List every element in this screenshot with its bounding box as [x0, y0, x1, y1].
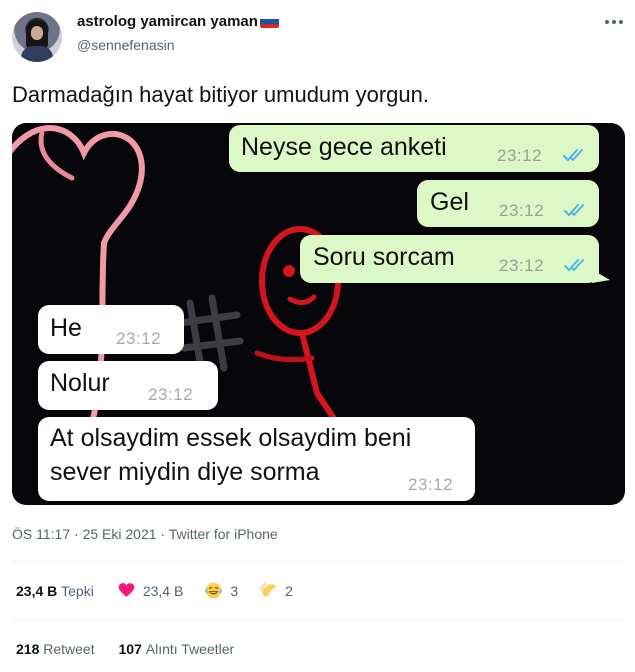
tweet-meta: ÖS 11:17 · 25 Eki 2021 · Twitter for iPh…	[12, 526, 278, 542]
heart-count: 23,4 B	[142, 582, 184, 599]
divider	[12, 620, 623, 621]
message-text: He	[50, 314, 82, 342]
message-time: 23:12	[148, 385, 194, 404]
avatar-shirt	[21, 46, 53, 62]
message-time: 23:12	[499, 201, 545, 220]
laugh-count: 3	[230, 582, 239, 599]
heart-reactions[interactable]: 23,4 B	[118, 582, 183, 599]
incoming-message: He 23:12	[38, 305, 184, 354]
quote-label: Alıntı Tweetler	[145, 641, 235, 657]
message-text: Gel	[430, 188, 469, 216]
message-text-line-2: sever miydin diye sorma	[50, 458, 320, 486]
author-name[interactable]: astrolog yamircan yaman	[77, 13, 279, 30]
meta-separator: ·	[156, 526, 169, 542]
avatar-face	[31, 26, 43, 40]
outgoing-message: Gel 23:12	[417, 180, 599, 227]
message-time: 23:12	[116, 329, 162, 348]
double-check-icon	[563, 149, 583, 162]
more-options-icon[interactable]	[602, 10, 626, 34]
message-text-line-1: At olsaydim essek olsaydim beni	[50, 424, 412, 452]
total-reactions[interactable]: 23,4 B Tepki	[16, 583, 94, 599]
flag-stripe-red	[259, 23, 279, 28]
laughing-face-icon	[205, 582, 222, 599]
reactions-row: 23,4 B Tepki 23,4 B 3 2	[16, 582, 293, 599]
quote-count: 107	[118, 641, 142, 657]
message-time: 23:12	[497, 146, 543, 165]
meta-separator: ·	[70, 526, 83, 542]
total-reactions-label: Tepki	[61, 582, 94, 599]
retweet-count: 218	[16, 641, 40, 657]
tweet-date[interactable]: 25 Eki 2021	[83, 526, 157, 542]
divider	[12, 561, 623, 562]
author-avatar[interactable]	[12, 12, 62, 62]
shares-row: 218 Retweet 107 Alıntı Tweetler	[16, 641, 234, 657]
message-text: Soru sorcam	[313, 243, 455, 271]
tweet-source[interactable]: Twitter for iPhone	[169, 526, 278, 542]
quote-tweets-stat[interactable]: 107 Alıntı Tweetler	[119, 641, 235, 657]
retweets-stat[interactable]: 218 Retweet	[16, 641, 95, 657]
total-reactions-count: 23,4 B	[16, 582, 58, 599]
message-text: Neyse gece anketi	[241, 133, 447, 161]
tweet-time[interactable]: ÖS 11:17	[12, 526, 70, 542]
clap-count: 2	[285, 582, 293, 599]
retweet-label: Retweet	[43, 641, 95, 657]
author-name-text: astrolog yamircan yaman	[77, 13, 258, 30]
bubble-tail	[592, 263, 610, 283]
clap-reactions[interactable]: 2	[260, 582, 293, 599]
laugh-reactions[interactable]: 3	[205, 582, 238, 599]
double-check-icon	[564, 204, 584, 217]
outgoing-message: Neyse gece anketi 23:12	[229, 125, 599, 172]
outgoing-message: Soru sorcam 23:12	[300, 235, 599, 283]
incoming-message: At olsaydim essek olsaydim beni sever mi…	[38, 417, 475, 501]
tweet-media-image[interactable]: Neyse gece anketi 23:12 Gel 23:12 Soru s…	[12, 123, 625, 505]
heart-icon	[118, 583, 135, 597]
double-check-icon	[564, 259, 584, 272]
tweet-text: Darmadağın hayat bitiyor umudum yorgun.	[12, 82, 429, 107]
russia-flag-icon	[259, 15, 279, 28]
message-text: Nolur	[50, 369, 110, 397]
incoming-message: Nolur 23:12	[38, 361, 218, 410]
message-time: 23:12	[499, 256, 545, 275]
clapping-hands-icon	[260, 582, 276, 597]
message-time: 23:12	[408, 475, 454, 494]
author-handle[interactable]: @sennefenasin	[77, 37, 175, 53]
